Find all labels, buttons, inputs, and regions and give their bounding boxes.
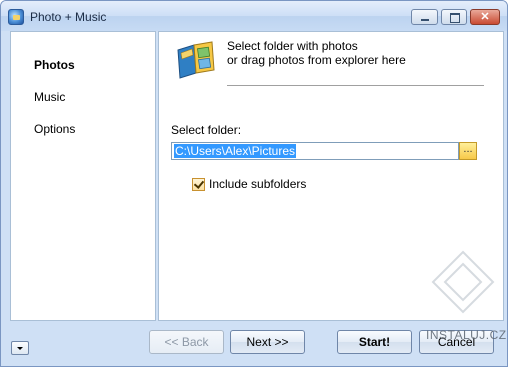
include-subfolders-checkbox[interactable] bbox=[192, 178, 205, 191]
size-grip-decoration bbox=[431, 250, 495, 314]
app-window: Photo + Music ✕ Photos Music Options Sel… bbox=[0, 0, 508, 367]
header-instruction-2: or drag photos from explorer here bbox=[227, 53, 406, 67]
app-icon[interactable] bbox=[8, 9, 24, 25]
start-button[interactable]: Start! bbox=[337, 330, 412, 354]
back-button[interactable]: << Back bbox=[149, 330, 224, 354]
main-panel: Select folder with photos or drag photos… bbox=[158, 31, 504, 321]
folder-path-value: C:\Users\Alex\Pictures bbox=[174, 144, 297, 158]
folder-path-input[interactable]: C:\Users\Alex\Pictures bbox=[171, 142, 459, 160]
minimize-icon[interactable] bbox=[411, 9, 438, 25]
folder-browse-icon[interactable]: ... bbox=[459, 142, 477, 160]
folder-label: Select folder: bbox=[171, 123, 242, 137]
photo-album-icon bbox=[177, 41, 215, 79]
close-icon[interactable]: ✕ bbox=[470, 9, 500, 25]
title-bar[interactable]: Photo + Music ✕ bbox=[1, 1, 507, 31]
sidebar-item-options[interactable]: Options bbox=[34, 122, 75, 136]
maximize-icon[interactable] bbox=[441, 9, 467, 25]
sidebar-item-photos[interactable]: Photos bbox=[34, 58, 75, 72]
header-instruction: Select folder with photos bbox=[227, 39, 358, 53]
include-subfolders-label[interactable]: Include subfolders bbox=[209, 177, 306, 191]
window-title: Photo + Music bbox=[30, 10, 107, 24]
header-divider bbox=[227, 85, 484, 86]
sidebar-item-music[interactable]: Music bbox=[34, 90, 65, 104]
sidebar: Photos Music Options bbox=[10, 31, 156, 321]
watermark: INSTALUJ.CZ bbox=[426, 328, 507, 342]
dropdown-arrow-icon[interactable] bbox=[11, 341, 29, 355]
next-button[interactable]: Next >> bbox=[230, 330, 305, 354]
